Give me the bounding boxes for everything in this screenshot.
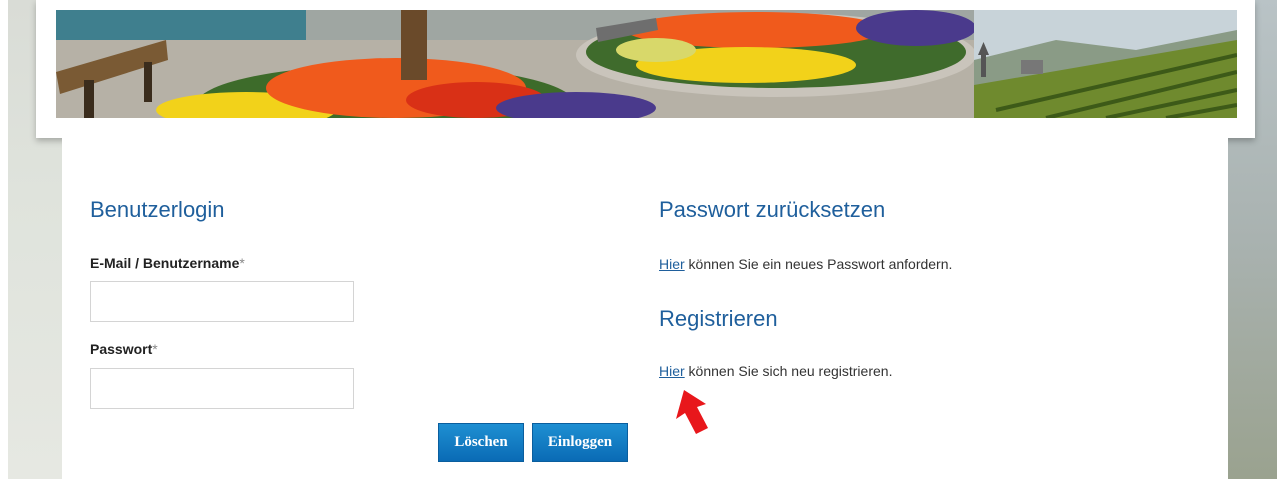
password-label: Passwort* bbox=[90, 341, 158, 357]
required-mark: * bbox=[239, 255, 245, 271]
password-input[interactable] bbox=[90, 368, 354, 409]
login-button[interactable]: Einloggen bbox=[532, 423, 628, 462]
reset-password-description: können Sie ein neues Passwort anfordern. bbox=[684, 256, 953, 272]
reset-password-heading: Passwort zurücksetzen bbox=[659, 197, 886, 222]
register-text: Hier können Sie sich neu registrieren. bbox=[659, 363, 892, 379]
register-description: können Sie sich neu registrieren. bbox=[684, 363, 893, 379]
annotation-arrow-icon bbox=[676, 390, 708, 434]
register-heading: Registrieren bbox=[659, 306, 778, 331]
header-banner-image bbox=[56, 10, 1237, 118]
reset-password-link[interactable]: Hier bbox=[659, 256, 685, 272]
required-mark: * bbox=[152, 341, 158, 357]
username-label: E-Mail / Benutzername* bbox=[90, 255, 245, 271]
password-label-text: Passwort bbox=[90, 341, 153, 357]
clear-button[interactable]: Löschen bbox=[438, 423, 524, 462]
page-background-edge bbox=[0, 0, 8, 479]
login-heading: Benutzerlogin bbox=[90, 197, 225, 222]
register-link[interactable]: Hier bbox=[659, 363, 685, 379]
username-input[interactable] bbox=[90, 281, 354, 322]
reset-password-text: Hier können Sie ein neues Passwort anfor… bbox=[659, 256, 952, 272]
username-label-text: E-Mail / Benutzername bbox=[90, 255, 240, 271]
